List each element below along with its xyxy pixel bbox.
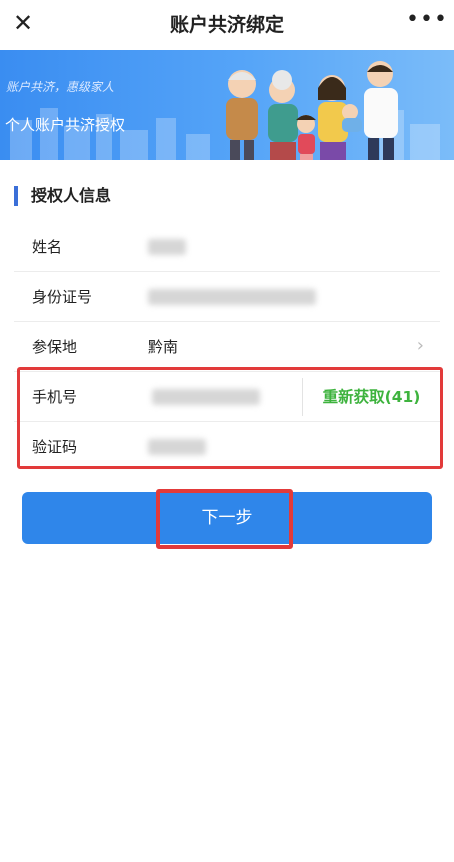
banner-title: 个人账户共济授权 <box>5 116 126 134</box>
id-row: 身份证号 <box>14 272 440 322</box>
name-value-redacted <box>148 239 186 255</box>
nav-bar: ✕ 账户共济绑定 ••• <box>0 0 454 50</box>
region-row[interactable]: 参保地 黔南 › <box>14 322 440 372</box>
region-label: 参保地 <box>32 338 78 356</box>
region-value: 黔南 <box>148 338 179 356</box>
page-title: 账户共济绑定 <box>169 14 284 36</box>
id-label: 身份证号 <box>32 288 93 306</box>
phone-code-highlight-box <box>17 367 443 469</box>
banner: 账户共济，惠级家人 个人账户共济授权 <box>0 50 454 160</box>
banner-slogan: 账户共济，惠级家人 <box>6 80 115 94</box>
section-accent-bar <box>14 186 18 206</box>
id-value-redacted <box>148 289 316 305</box>
name-label: 姓名 <box>32 238 63 256</box>
family-illustration <box>226 61 398 160</box>
name-row: 姓名 <box>14 222 440 272</box>
next-button-highlight-box <box>156 489 293 549</box>
chevron-right-icon: › <box>416 335 424 356</box>
more-icon[interactable]: ••• <box>406 9 447 36</box>
section-title: 授权人信息 <box>31 186 112 205</box>
